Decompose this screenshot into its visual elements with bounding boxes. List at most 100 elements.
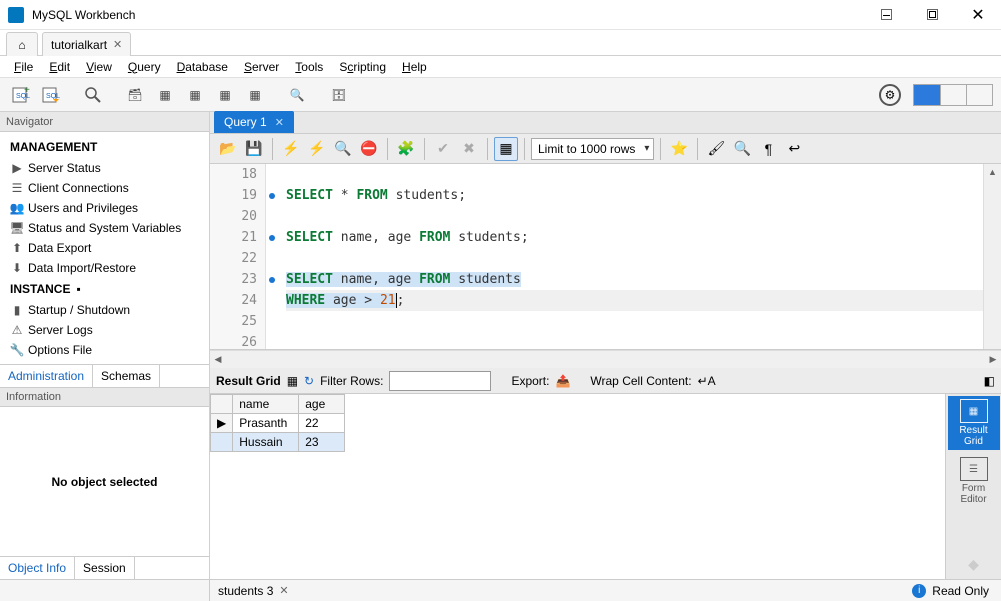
search-button[interactable]: 🔍 bbox=[730, 137, 754, 161]
menu-edit[interactable]: Edit bbox=[43, 58, 76, 76]
open-file-button[interactable]: 📂 bbox=[216, 137, 240, 161]
read-only-indicator: i Read Only bbox=[900, 584, 1001, 598]
search-table-button[interactable]: 🔍 bbox=[284, 82, 310, 108]
stop-button[interactable]: ⛔ bbox=[357, 137, 381, 161]
refresh-icon[interactable]: ↻ bbox=[304, 374, 314, 388]
new-sql-tab-button[interactable]: SQL+ bbox=[8, 82, 34, 108]
query-tab[interactable]: Query 1 ✕ bbox=[214, 111, 294, 133]
nav-data-import[interactable]: ⬇Data Import/Restore bbox=[0, 258, 209, 278]
layout-right-panel[interactable] bbox=[966, 85, 992, 105]
minimize-button[interactable] bbox=[863, 0, 909, 30]
table-row[interactable]: Hussain 23 bbox=[211, 433, 345, 452]
create-schema-button[interactable]: 🗃 bbox=[122, 82, 148, 108]
connection-tab[interactable]: tutorialkart ✕ bbox=[42, 32, 131, 56]
table-row[interactable]: ▶ Prasanth 22 bbox=[211, 414, 345, 433]
nav-server-logs[interactable]: ⚠Server Logs bbox=[0, 320, 209, 340]
nav-client-connections[interactable]: ☰Client Connections bbox=[0, 178, 209, 198]
nav-server-status[interactable]: ▶Server Status bbox=[0, 158, 209, 178]
menu-query[interactable]: Query bbox=[122, 58, 167, 76]
nav-data-export[interactable]: ⬆Data Export bbox=[0, 238, 209, 258]
open-sql-button[interactable]: SQL bbox=[38, 82, 64, 108]
grid-view-icon[interactable]: ▦ bbox=[287, 374, 298, 388]
code-area[interactable]: SELECT * FROM students; SELECT name, age… bbox=[266, 164, 983, 349]
info-tab-session[interactable]: Session bbox=[75, 557, 135, 579]
nav-users-privileges[interactable]: 👥Users and Privileges bbox=[0, 198, 209, 218]
filter-rows-label: Filter Rows: bbox=[320, 374, 383, 388]
grid-icon: ▦ bbox=[960, 399, 988, 423]
result-grid[interactable]: name age ▶ Prasanth 22 Hussain 23 bbox=[210, 394, 945, 579]
wrap-button[interactable]: ↩ bbox=[782, 137, 806, 161]
form-editor-tool[interactable]: ☰ Form Editor bbox=[948, 454, 1000, 508]
export-icon: ⬆ bbox=[10, 241, 24, 255]
create-procedure-button[interactable]: ▦ bbox=[212, 82, 238, 108]
layout-left-panel[interactable] bbox=[914, 85, 940, 105]
filter-rows-input[interactable] bbox=[389, 371, 491, 391]
nav-startup-shutdown[interactable]: ▮Startup / Shutdown bbox=[0, 300, 209, 320]
col-name[interactable]: name bbox=[233, 395, 299, 414]
menu-tools[interactable]: Tools bbox=[289, 58, 329, 76]
export-icon[interactable]: 📤 bbox=[555, 374, 570, 388]
management-section-title: MANAGEMENT bbox=[0, 136, 209, 158]
nav-options-file[interactable]: 🔧Options File bbox=[0, 340, 209, 360]
maximize-button[interactable] bbox=[909, 0, 955, 30]
expand-tools-icon[interactable]: ◆ bbox=[968, 549, 979, 579]
menu-bar: File Edit View Query Database Server Too… bbox=[0, 56, 1001, 78]
sidebar-tab-administration[interactable]: Administration bbox=[0, 365, 93, 387]
editor-toolbar: 📂 💾 ⚡ ⚡ 🔍 ⛔ 🧩 ✔ ✖ ▦ Limit to 1000 rows ⭐… bbox=[210, 134, 1001, 164]
home-button[interactable]: ⌂ bbox=[6, 32, 38, 56]
menu-file[interactable]: File bbox=[8, 58, 39, 76]
sidebar-tab-schemas[interactable]: Schemas bbox=[93, 365, 160, 387]
layout-toggle[interactable] bbox=[913, 84, 993, 106]
explain-button[interactable]: 🔍 bbox=[331, 137, 355, 161]
create-function-button[interactable]: ▦ bbox=[242, 82, 268, 108]
menu-scripting[interactable]: Scripting bbox=[333, 58, 392, 76]
wrap-cell-icon[interactable]: ↵A bbox=[698, 374, 716, 388]
invisible-chars-button[interactable]: ¶ bbox=[756, 137, 780, 161]
settings-icon[interactable]: ⚙ bbox=[879, 84, 901, 106]
vertical-scrollbar[interactable]: ▲ bbox=[983, 164, 1001, 349]
menu-view[interactable]: View bbox=[80, 58, 118, 76]
save-file-button[interactable]: 💾 bbox=[242, 137, 266, 161]
limit-rows-select[interactable]: Limit to 1000 rows bbox=[531, 138, 654, 160]
commit-button[interactable]: ✔ bbox=[431, 137, 455, 161]
svg-text:+: + bbox=[24, 85, 30, 96]
info-icon: i bbox=[912, 584, 926, 598]
menu-database[interactable]: Database bbox=[171, 58, 234, 76]
sql-editor[interactable]: 18 19 20 21 22 23 24 25 26 SELECT * FROM… bbox=[210, 164, 1001, 350]
result-grid-tool[interactable]: ▦ Result Grid bbox=[948, 396, 1000, 450]
close-result-tab-icon[interactable]: ✕ bbox=[279, 584, 288, 597]
close-button[interactable]: ✕ bbox=[955, 0, 1001, 30]
toggle-limit-button[interactable]: ▦ bbox=[494, 137, 518, 161]
create-view-button[interactable]: ▦ bbox=[182, 82, 208, 108]
rollback-button[interactable]: ✖ bbox=[457, 137, 481, 161]
result-tab[interactable]: students 3 ✕ bbox=[210, 582, 297, 600]
wrap-cell-label: Wrap Cell Content: bbox=[590, 374, 691, 388]
layout-bottom-panel[interactable] bbox=[940, 85, 966, 105]
instance-section-title: INSTANCE ▪ bbox=[0, 278, 209, 300]
content-area: Query 1 ✕ 📂 💾 ⚡ ⚡ 🔍 ⛔ 🧩 ✔ ✖ ▦ Limit to 1… bbox=[210, 112, 1001, 579]
toggle-panel-icon[interactable]: ◧ bbox=[984, 374, 995, 388]
info-tab-object[interactable]: Object Info bbox=[0, 557, 75, 579]
menu-server[interactable]: Server bbox=[238, 58, 285, 76]
close-tab-icon[interactable]: ✕ bbox=[113, 38, 122, 51]
execute-button[interactable]: ⚡ bbox=[279, 137, 303, 161]
close-query-tab-icon[interactable]: ✕ bbox=[275, 116, 284, 129]
reconnect-button[interactable]: 🗄 bbox=[326, 82, 352, 108]
col-age[interactable]: age bbox=[299, 395, 345, 414]
create-table-button[interactable]: ▦ bbox=[152, 82, 178, 108]
connection-tab-label: tutorialkart bbox=[51, 38, 107, 52]
nav-status-variables[interactable]: 🖥Status and System Variables bbox=[0, 218, 209, 238]
menu-help[interactable]: Help bbox=[396, 58, 433, 76]
svg-text:SQL: SQL bbox=[46, 93, 60, 100]
status-bar: students 3 ✕ i Read Only bbox=[0, 579, 1001, 601]
wrench-icon: 🔧 bbox=[10, 343, 24, 357]
app-icon bbox=[8, 7, 24, 23]
execute-current-button[interactable]: ⚡ bbox=[305, 137, 329, 161]
toggle-autocommit-button[interactable]: 🧩 bbox=[394, 137, 418, 161]
main-toolbar: SQL+ SQL 🗃 ▦ ▦ ▦ ▦ 🔍 🗄 ⚙ bbox=[0, 78, 1001, 112]
beautify-button[interactable]: ⭐ bbox=[667, 137, 691, 161]
find-button[interactable]: 🖌 bbox=[704, 137, 728, 161]
results-toolbar: Result Grid ▦ ↻ Filter Rows: Export: 📤 W… bbox=[210, 368, 1001, 394]
instance-icon: ▪ bbox=[76, 282, 80, 296]
inspector-button[interactable] bbox=[80, 82, 106, 108]
